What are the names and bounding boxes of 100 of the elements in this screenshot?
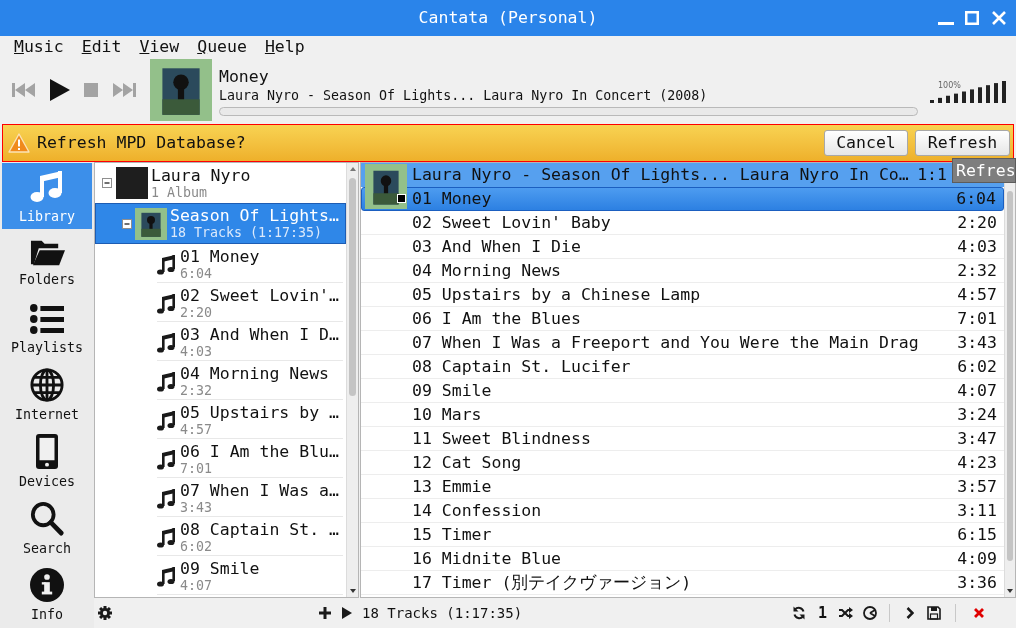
settings-icon[interactable] [98,606,112,620]
single-mode-toggle[interactable]: 1 [817,605,827,621]
queue-row[interactable]: 07 When I Was a Freeport and You Were the Main Drag 3:43 [361,331,1004,355]
tree-item[interactable]: Laura Nyro 1 Album [95,163,346,203]
queue-row[interactable]: 17 Timer (別テイクヴァージョン) 3:36 [361,571,1004,595]
phone-icon [36,434,58,470]
tree-item-subtitle: 1 Album [151,184,209,201]
scroll-down-icon[interactable] [350,589,356,593]
queue-row[interactable]: 01 Money 6:04 [361,187,1004,211]
track-duration-cell: 3:36 [957,572,997,593]
scroll-up-icon[interactable] [350,167,356,171]
tree-item[interactable]: 02 Sweet Lovin'… 2:20 [95,283,346,322]
scrollbar-thumb[interactable] [349,178,356,396]
track-duration-cell: 3:11 [957,500,997,521]
queue-row[interactable]: 09 Smile 4:07 [361,379,1004,403]
tree-item[interactable]: Season Of Lights… 18 Tracks (1:17:35) [95,203,346,244]
track-title-cell: 12 Cat Song [412,452,522,473]
track-duration-cell: 3:43 [957,332,997,353]
sidebar-item[interactable]: Devices [2,428,92,496]
queue-row[interactable]: 02 Sweet Lovin' Baby 2:20 [361,211,1004,235]
repeat-icon[interactable] [791,606,806,620]
track-title-cell: 02 Sweet Lovin' Baby [412,212,611,233]
queue-row[interactable]: 08 Captain St. Lucifer 6:02 [361,355,1004,379]
maximize-icon[interactable] [965,11,979,25]
album-cover-placeholder [135,207,167,240]
music-notes-icon [29,168,65,205]
menu-item[interactable]: Queue [197,37,247,57]
tree-item-title: 04 Morning News [180,364,329,383]
track-duration-cell: 6:15 [957,524,997,545]
sidebar-item[interactable]: Folders [2,229,92,296]
chevron-right-icon[interactable] [906,607,914,619]
track-duration-cell: 6:04 [956,189,996,209]
queue-row[interactable]: 03 And When I Die 4:03 [361,235,1004,259]
queue-row[interactable]: 15 Timer 6:15 [361,523,1004,547]
track-title-cell: 16 Midnite Blue [412,548,561,569]
consume-icon[interactable] [863,606,877,620]
tooltip: Refres [952,158,1016,183]
queue-row[interactable]: 11 Sweet Blindness 3:47 [361,427,1004,451]
menu-item[interactable]: Music [14,37,64,57]
scroll-down-icon[interactable] [1007,589,1013,593]
tree-item-title: 09 Smile [180,559,260,578]
play-icon[interactable] [50,79,70,101]
tree-item[interactable]: 03 And When I D… 4:03 [95,322,346,361]
sidebar-item[interactable]: Internet [2,362,92,429]
add-icon[interactable] [319,607,331,619]
tree-item[interactable]: 06 I Am the Blu… 7:01 [95,439,346,478]
music-note-icon [157,450,175,470]
tree-item-title: 03 And When I D… [180,325,339,344]
menu-item[interactable]: View [139,37,180,57]
refresh-button[interactable]: Refresh [915,130,1010,156]
album-cover-placeholder [150,59,212,121]
tree-item-duration: 2:20 [180,305,214,320]
queue-row[interactable]: 04 Morning News 2:32 [361,259,1004,283]
music-note-icon [157,411,175,431]
track-duration-cell: 4:07 [957,380,997,401]
progress-track[interactable] [219,107,918,116]
track-duration-cell: 6:02 [957,356,997,377]
close-icon[interactable] [974,608,984,618]
scrollbar[interactable] [346,163,358,597]
track-title-cell: 14 Confession [412,500,542,521]
tree-item[interactable]: 04 Morning News 2:32 [95,361,346,400]
folder-icon [29,238,65,267]
menu-item[interactable]: Help [264,37,305,57]
photo-placeholder [116,167,148,199]
track-duration-cell: 4:09 [957,548,997,569]
queue-row[interactable]: 16 Midnite Blue 4:09 [361,547,1004,571]
tree-item[interactable]: 07 When I Was a… 3:43 [95,478,346,517]
info-icon [30,567,64,602]
tree-item[interactable]: 01 Money 6:04 [95,244,346,283]
tree-item[interactable]: 08 Captain St. … 6:02 [95,517,346,556]
music-note-icon [157,333,175,353]
shuffle-icon[interactable] [839,607,853,619]
volume-meter[interactable] [930,81,1006,103]
minus-box-icon[interactable] [102,178,112,188]
tree-item-title: 07 When I Was a… [180,481,339,500]
menu-item[interactable]: Edit [81,37,122,57]
tree-item-duration: 3:43 [180,500,214,515]
queue-row[interactable]: 12 Cat Song 4:23 [361,451,1004,475]
track-duration-cell: 4:57 [957,284,997,305]
tree-item[interactable]: 05 Upstairs by … 4:57 [95,400,346,439]
queue-row[interactable]: 13 Emmie 3:57 [361,475,1004,499]
queue-row[interactable]: 14 Confession 3:11 [361,499,1004,523]
music-note-icon [157,528,175,548]
save-icon[interactable] [927,606,941,620]
tree-item[interactable]: 09 Smile 4:07 [95,556,346,595]
album-header-duration: 1:1 [917,165,947,185]
scrollbar-thumb[interactable] [1007,191,1013,561]
queue-row[interactable]: 06 I Am the Blues 7:01 [361,307,1004,331]
sidebar-item[interactable]: Search [2,495,92,562]
warning-icon [8,133,30,153]
queue-row[interactable]: 10 Mars 3:24 [361,403,1004,427]
sidebar-item[interactable]: Playlists [2,295,92,363]
play-icon[interactable] [342,607,352,619]
track-duration-cell: 2:32 [957,260,997,281]
sidebar-item[interactable]: Info [2,561,92,628]
minus-box-icon[interactable] [122,218,132,229]
cancel-button[interactable]: Cancel [824,130,908,156]
track-duration-cell: 3:57 [957,476,997,497]
queue-row[interactable]: 05 Upstairs by a Chinese Lamp 4:57 [361,283,1004,307]
track-title-cell: 01 Money [412,189,492,209]
